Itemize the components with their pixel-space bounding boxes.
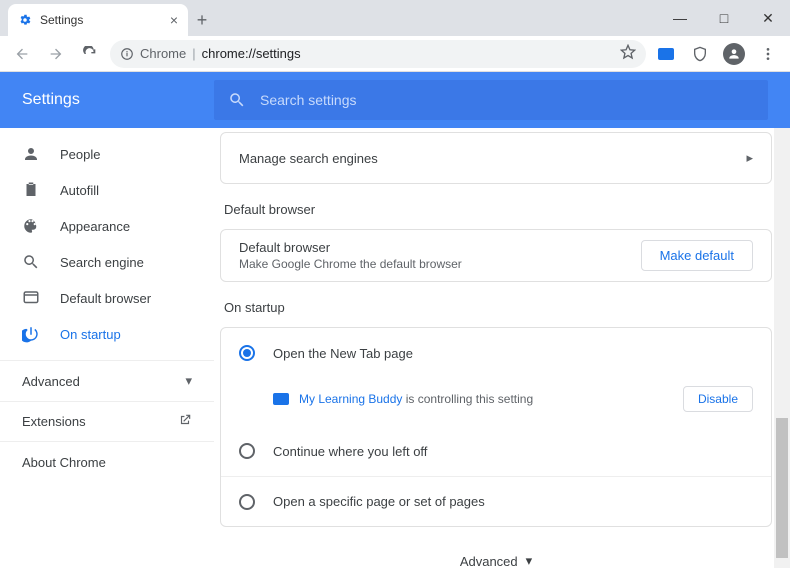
url-scheme: Chrome xyxy=(140,46,186,61)
power-icon xyxy=(22,325,40,343)
manage-search-card: Manage search engines ▸ xyxy=(220,132,772,184)
palette-icon xyxy=(22,217,40,235)
address-bar: Chrome | chrome://settings xyxy=(0,36,790,72)
sidebar-advanced-toggle[interactable]: Advanced▾ xyxy=(0,360,214,402)
close-button[interactable]: ✕ xyxy=(746,0,790,36)
sidebar-item-search-engine[interactable]: Search engine xyxy=(0,244,214,280)
default-browser-card: Default browser Make Google Chrome the d… xyxy=(220,229,772,282)
browser-icon xyxy=(22,289,40,307)
extension-name-link[interactable]: My Learning Buddy xyxy=(299,392,402,406)
search-icon xyxy=(22,253,40,271)
forward-button[interactable] xyxy=(42,40,70,68)
startup-option-continue[interactable]: Continue where you left off xyxy=(221,426,771,476)
info-icon xyxy=(120,47,134,61)
vertical-scrollbar[interactable] xyxy=(774,128,790,568)
disable-button[interactable]: Disable xyxy=(683,386,753,412)
settings-header: Settings xyxy=(0,72,790,128)
person-icon xyxy=(22,145,40,163)
make-default-button[interactable]: Make default xyxy=(641,240,753,271)
menu-icon[interactable] xyxy=(754,40,782,68)
extension-controlling-note: My Learning Buddy is controlling this se… xyxy=(221,378,771,426)
chevron-down-icon: ▾ xyxy=(526,553,533,568)
sidebar-about-link[interactable]: About Chrome xyxy=(0,442,214,482)
page-title: Settings xyxy=(22,91,214,109)
on-startup-heading: On startup xyxy=(224,300,772,315)
open-external-icon xyxy=(178,413,192,430)
profile-avatar[interactable] xyxy=(720,40,748,68)
shield-icon[interactable] xyxy=(686,40,714,68)
search-icon xyxy=(228,91,246,109)
radio-unchecked-icon xyxy=(239,443,255,459)
radio-unchecked-icon xyxy=(239,494,255,510)
close-icon[interactable]: × xyxy=(170,12,178,28)
reload-button[interactable] xyxy=(76,40,104,68)
startup-option-newtab[interactable]: Open the New Tab page xyxy=(221,328,771,378)
sidebar: People Autofill Appearance Search engine… xyxy=(0,128,214,568)
chevron-right-icon: ▸ xyxy=(746,150,753,166)
gear-icon xyxy=(18,13,32,27)
scrollbar-thumb[interactable] xyxy=(776,418,788,558)
settings-content: Manage search engines ▸ Default browser … xyxy=(214,128,790,568)
url-text: chrome://settings xyxy=(202,46,301,61)
search-settings-box[interactable] xyxy=(214,80,768,120)
window-controls: — □ ✕ xyxy=(658,0,790,36)
minimize-button[interactable]: — xyxy=(658,0,702,36)
search-input[interactable] xyxy=(260,92,754,108)
clipboard-icon xyxy=(22,181,40,199)
new-tab-button[interactable]: + xyxy=(188,4,216,36)
chevron-down-icon: ▾ xyxy=(185,373,192,389)
sidebar-item-appearance[interactable]: Appearance xyxy=(0,208,214,244)
sidebar-extensions-link[interactable]: Extensions xyxy=(0,402,214,442)
browser-tab[interactable]: Settings × xyxy=(8,4,188,36)
sidebar-item-default-browser[interactable]: Default browser xyxy=(0,280,214,316)
radio-checked-icon xyxy=(239,345,255,361)
default-browser-heading: Default browser xyxy=(224,202,772,217)
extension-icon[interactable] xyxy=(652,40,680,68)
bookmark-star-icon[interactable] xyxy=(620,44,636,63)
sidebar-item-on-startup[interactable]: On startup xyxy=(0,316,214,352)
omnibox[interactable]: Chrome | chrome://settings xyxy=(110,40,646,68)
tab-title: Settings xyxy=(40,13,83,27)
window-titlebar: Settings × + — □ ✕ xyxy=(0,0,790,36)
on-startup-card: Open the New Tab page My Learning Buddy … xyxy=(220,327,772,527)
sidebar-item-autofill[interactable]: Autofill xyxy=(0,172,214,208)
advanced-expand-button[interactable]: Advanced ▾ xyxy=(220,527,772,568)
default-browser-row: Default browser Make Google Chrome the d… xyxy=(221,230,771,281)
back-button[interactable] xyxy=(8,40,36,68)
extension-badge-icon xyxy=(273,393,289,405)
manage-search-engines-row[interactable]: Manage search engines ▸ xyxy=(221,133,771,183)
startup-option-specific-pages[interactable]: Open a specific page or set of pages xyxy=(221,476,771,526)
sidebar-item-people[interactable]: People xyxy=(0,136,214,172)
maximize-button[interactable]: □ xyxy=(702,0,746,36)
